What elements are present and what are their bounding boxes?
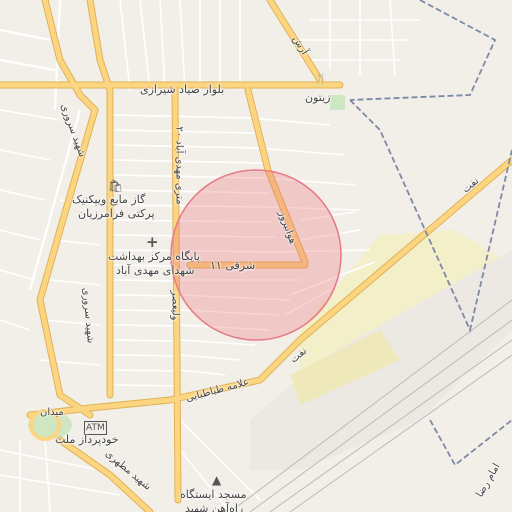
- road-shahid-sarvari: [37, 92, 98, 418]
- label-valiasr: ولیعصر: [169, 290, 181, 321]
- clinic-label-1: پایگاه مرکز بهداشت: [108, 250, 200, 263]
- label-east-11: ۱۱ شرقی: [210, 259, 256, 272]
- map-view[interactable]: بلوار صیاد شیرازی زیتون آرش ۲۰ متری مهدی…: [0, 0, 512, 512]
- mosque-icon[interactable]: ▲: [212, 474, 221, 486]
- label-blvd-sayad: بلوار صیاد شیرازی: [140, 83, 225, 96]
- atm-label: خودپرداز ملت: [55, 433, 119, 446]
- label-zeytoon: زیتون: [305, 91, 331, 104]
- boundary-south: [429, 419, 512, 467]
- road-west-2: [87, 0, 113, 93]
- park-area-2: [330, 95, 345, 110]
- gas-station-label-1: گاز مایع ویپکنیک: [72, 193, 146, 206]
- shop-icon[interactable]: 🍴: [315, 74, 327, 86]
- mosque-label-1: مسجد ایستگاه: [180, 488, 247, 501]
- label-mahdi-abad-20: ۲۰ متری مهدی آباد: [173, 126, 185, 205]
- gas-station-label-2: پرکتی فرامرزیان: [78, 207, 155, 220]
- boundary-north: [349, 0, 497, 101]
- gas-station-icon[interactable]: 🛍: [108, 180, 123, 192]
- clinic-cross-icon[interactable]: +: [146, 235, 159, 250]
- label-meydan: میدان: [40, 407, 64, 418]
- clinic-label-2: شهدای مهدی آباد: [116, 264, 195, 277]
- mosque-label-2: راه‌آهن شهید: [185, 502, 244, 512]
